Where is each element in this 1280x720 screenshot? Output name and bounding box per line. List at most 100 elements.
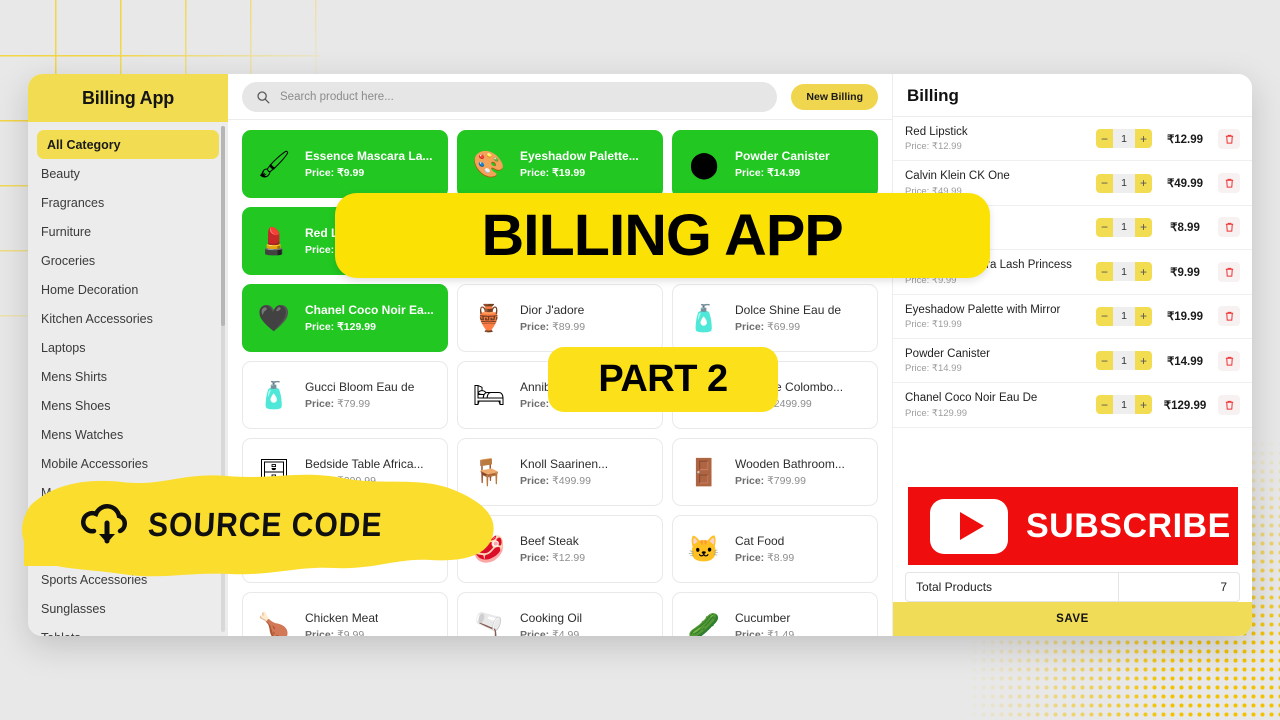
quantity-stepper[interactable]: −1 + (1096, 306, 1152, 326)
delete-item-button[interactable] (1218, 217, 1240, 238)
product-card[interactable]: 🧴 Gucci Bloom Eau de Price: ₹79.99 (242, 361, 448, 429)
increment-quantity-button[interactable]: + (1135, 395, 1152, 415)
sidebar-item-mens-shirts[interactable]: Mens Shirts (28, 362, 228, 391)
increment-quantity-button[interactable]: + (1135, 129, 1152, 149)
sidebar-scrollbar-thumb[interactable] (221, 126, 225, 326)
decrement-quantity-button[interactable]: − (1096, 217, 1113, 237)
delete-item-button[interactable] (1218, 306, 1240, 327)
quantity-value: 1 (1113, 262, 1135, 282)
decrement-quantity-button[interactable]: − (1096, 306, 1113, 326)
search-input[interactable]: Search product here... (242, 81, 778, 112)
quantity-stepper[interactable]: −1 + (1096, 129, 1152, 149)
billing-item-name: Calvin Klein CK One (905, 170, 1010, 183)
sidebar-item-sunglasses[interactable]: Sunglasses (28, 594, 228, 623)
product-card[interactable]: 🖤 Chanel Coco Noir Ea... Price: ₹129.99 (242, 284, 448, 352)
product-info: Chicken Meat Price: ₹9.99 (305, 611, 378, 636)
trash-icon (1225, 134, 1233, 144)
quantity-value: 1 (1113, 351, 1135, 371)
delete-item-button[interactable] (1218, 173, 1240, 194)
product-name: Dior J'adore (520, 303, 585, 317)
billing-item-total: ₹129.99 (1163, 399, 1207, 412)
youtube-play-icon (930, 498, 1008, 554)
screenshot-root: Billing App All Category Beauty Fragrances… (0, 0, 1280, 720)
billing-app-overlay-badge: BILLING APP (335, 193, 990, 278)
quantity-stepper[interactable]: −1 + (1096, 395, 1152, 415)
search-icon (257, 90, 270, 103)
part2-overlay-badge: PART 2 (548, 347, 778, 412)
billing-item-total: ₹8.99 (1170, 222, 1200, 235)
increment-quantity-button[interactable]: + (1135, 306, 1152, 326)
product-price-value: ₹79.99 (337, 398, 371, 410)
product-name: Essence Mascara La... (305, 149, 433, 163)
product-info: Powder Canister Price: ₹14.99 (735, 149, 830, 179)
delete-item-button[interactable] (1218, 394, 1240, 415)
product-card[interactable]: 🚪 Wooden Bathroom... Price: ₹799.99 (672, 438, 878, 506)
product-card[interactable]: 🍗 Chicken Meat Price: ₹9.99 (242, 592, 448, 636)
product-info: Eyeshadow Palette... Price: ₹19.99 (520, 149, 639, 179)
total-products-value: 7 (1220, 580, 1227, 594)
trash-icon (1225, 267, 1233, 277)
product-price: Price: ₹8.99 (735, 552, 794, 564)
increment-quantity-button[interactable]: + (1135, 173, 1152, 193)
product-price-value: ₹14.99 (767, 167, 801, 179)
sidebar-item-furniture[interactable]: Furniture (28, 217, 228, 246)
product-image: 🎨 (472, 148, 506, 179)
total-products-label: Total Products (906, 573, 1119, 601)
decrement-quantity-button[interactable]: − (1096, 129, 1113, 149)
sidebar-item-beauty[interactable]: Beauty (28, 159, 228, 188)
source-code-overlay-text: SOURCE CODE (147, 506, 384, 544)
decrement-quantity-button[interactable]: − (1096, 395, 1113, 415)
product-price-label: Price: (735, 629, 765, 636)
product-image: 🫗 (472, 610, 506, 637)
product-card[interactable]: 🖌 Essence Mascara La... Price: ₹9.99 (242, 130, 448, 198)
sidebar-item-fragrances[interactable]: Fragrances (28, 188, 228, 217)
product-card[interactable]: 🧴 Dolce Shine Eau de Price: ₹69.99 (672, 284, 878, 352)
sidebar-item-laptops[interactable]: Laptops (28, 333, 228, 362)
increment-quantity-button[interactable]: + (1135, 262, 1152, 282)
decrement-quantity-button[interactable]: − (1096, 173, 1113, 193)
decrement-quantity-button[interactable]: − (1096, 262, 1113, 282)
product-card[interactable]: 🐱 Cat Food Price: ₹8.99 (672, 515, 878, 583)
sidebar-item-mens-shoes[interactable]: Mens Shoes (28, 391, 228, 420)
product-card[interactable]: 🎨 Eyeshadow Palette... Price: ₹19.99 (457, 130, 663, 198)
sidebar-item-home-decoration[interactable]: Home Decoration (28, 275, 228, 304)
quantity-stepper[interactable]: −1 + (1096, 351, 1152, 371)
product-card[interactable]: ⬤ Powder Canister Price: ₹14.99 (672, 130, 878, 198)
product-price: Price: ₹129.99 (305, 321, 434, 333)
decrement-quantity-button[interactable]: − (1096, 351, 1113, 371)
increment-quantity-button[interactable]: + (1135, 351, 1152, 371)
delete-item-button[interactable] (1218, 261, 1240, 282)
product-price: Price: ₹14.99 (735, 167, 830, 179)
quantity-stepper[interactable]: −1 + (1096, 262, 1152, 282)
sidebar-item-mens-watches[interactable]: Mens Watches (28, 420, 228, 449)
billing-title: Billing (907, 86, 959, 105)
billing-item-total: ₹49.99 (1166, 178, 1204, 191)
product-price-label: Price: (520, 167, 550, 179)
product-price-value: ₹9.99 (337, 629, 365, 636)
product-info: Cucumber Price: ₹1.49 (735, 611, 794, 636)
product-card[interactable]: 🫗 Cooking Oil Price: ₹4.99 (457, 592, 663, 636)
quantity-stepper[interactable]: −1 + (1096, 173, 1152, 193)
product-price: Price: ₹79.99 (305, 398, 414, 410)
product-info: Essence Mascara La... Price: ₹9.99 (305, 149, 432, 179)
product-price: Price: ₹69.99 (735, 321, 841, 333)
save-button[interactable]: SAVE (893, 602, 1252, 636)
new-billing-button[interactable]: New Billing (791, 83, 878, 110)
app-title: Billing App (81, 87, 175, 108)
delete-item-button[interactable] (1218, 350, 1240, 371)
billing-item-name: Eyeshadow Palette with Mirror (905, 303, 1061, 316)
quantity-stepper[interactable]: −1 + (1096, 217, 1152, 237)
sidebar-item-groceries[interactable]: Groceries (28, 246, 228, 275)
delete-item-button[interactable] (1218, 128, 1240, 149)
increment-quantity-button[interactable]: + (1135, 217, 1152, 237)
source-code-overlay-badge: SOURCE CODE (22, 462, 502, 584)
product-info: Gucci Bloom Eau de Price: ₹79.99 (305, 380, 414, 410)
product-card[interactable]: 🥒 Cucumber Price: ₹1.49 (672, 592, 878, 636)
product-image: 🖤 (257, 302, 291, 333)
quantity-value: 1 (1113, 129, 1135, 149)
sidebar-item-tablets[interactable]: Tablets (28, 623, 228, 637)
product-price: Price: ₹499.99 (520, 475, 608, 487)
sidebar-item-kitchen-accessories[interactable]: Kitchen Accessories (28, 304, 228, 333)
sidebar-item-all-category[interactable]: All Category (37, 130, 219, 159)
product-card[interactable]: 🏺 Dior J'adore Price: ₹89.99 (457, 284, 663, 352)
